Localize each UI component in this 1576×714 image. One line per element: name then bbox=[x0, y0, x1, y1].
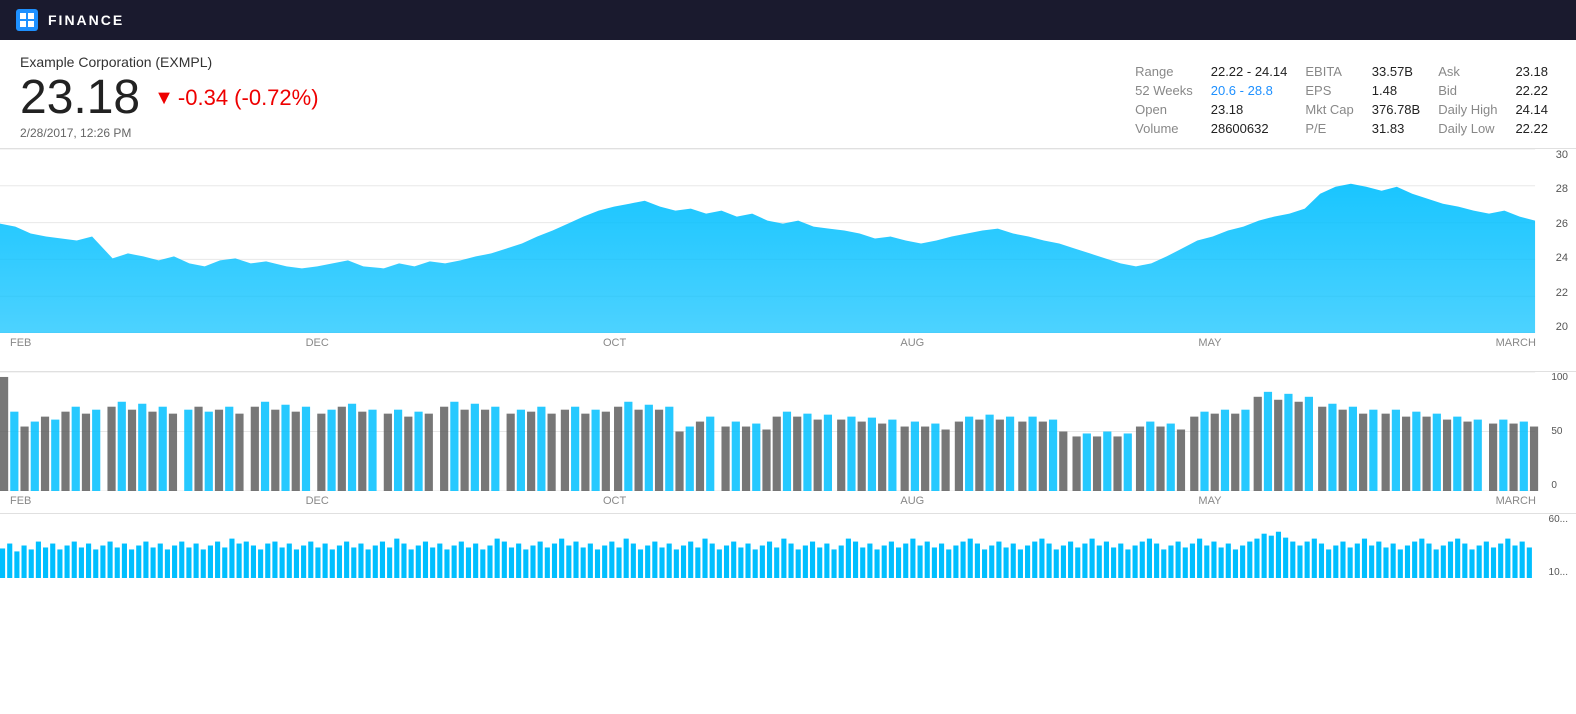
stat-label-volume: Volume bbox=[1135, 119, 1201, 138]
bottom-chart-container: 60... 10... bbox=[0, 513, 1576, 578]
stat-label-pe: P/E bbox=[1305, 119, 1361, 138]
company-name: Example Corporation (EXMPL) bbox=[20, 54, 319, 70]
x2-label-aug: AUG bbox=[900, 495, 924, 507]
secondary-y-0: 0 bbox=[1551, 480, 1568, 491]
app-title: FINANCE bbox=[48, 12, 124, 28]
x2-label-oct: OCT bbox=[603, 495, 626, 507]
stat-label-ebita: EBITA bbox=[1305, 62, 1361, 81]
x2-label-feb: FEB bbox=[10, 495, 31, 507]
price-chart-svg bbox=[0, 149, 1576, 333]
x-label-dec: DEC bbox=[306, 337, 329, 349]
stat-label-ask: Ask bbox=[1438, 62, 1505, 81]
bottom-y-10: 10... bbox=[1549, 567, 1568, 578]
bottom-y-labels: 60... 10... bbox=[1549, 514, 1568, 578]
price-chart-x-labels: FEB DEC OCT AUG MAY MARCH bbox=[0, 335, 1576, 351]
stat-label-eps: EPS bbox=[1305, 81, 1361, 100]
stat-value-dailylow: 22.22 bbox=[1515, 119, 1556, 138]
x2-label-dec: DEC bbox=[306, 495, 329, 507]
stat-value-ask: 23.18 bbox=[1515, 62, 1556, 81]
stat-value-volume: 28600632 bbox=[1211, 119, 1296, 138]
secondary-chart-container: 100 50 0 bbox=[0, 371, 1576, 491]
stat-value-ebita: 33.57B bbox=[1372, 62, 1428, 81]
stat-label-mktcap: Mkt Cap bbox=[1305, 100, 1361, 119]
stat-label-open: Open bbox=[1135, 100, 1201, 119]
stat-value-pe: 31.83 bbox=[1372, 119, 1428, 138]
stat-value-eps: 1.48 bbox=[1372, 81, 1428, 100]
x-label-may: MAY bbox=[1198, 337, 1221, 349]
bottom-bars bbox=[0, 514, 1536, 578]
stock-info-area: Example Corporation (EXMPL) 23.18 ▼ -0.3… bbox=[0, 40, 1576, 148]
secondary-y-50: 50 bbox=[1551, 426, 1568, 437]
stat-label-dailyhigh: Daily High bbox=[1438, 100, 1505, 119]
x2-label-march: MARCH bbox=[1496, 495, 1536, 507]
stock-change: ▼ -0.34 (-0.72%) bbox=[154, 85, 318, 111]
stock-left: Example Corporation (EXMPL) 23.18 ▼ -0.3… bbox=[20, 54, 319, 140]
x-label-feb: FEB bbox=[10, 337, 31, 349]
charts-area: 30 28 26 24 22 20 FEB DEC OCT AUG MAY MA… bbox=[0, 148, 1576, 578]
x-label-aug: AUG bbox=[900, 337, 924, 349]
stats-table: Range 22.22 - 24.14 EBITA 33.57B Ask 23.… bbox=[1135, 62, 1556, 138]
x2-label-may: MAY bbox=[1198, 495, 1221, 507]
stock-datetime: 2/28/2017, 12:26 PM bbox=[20, 126, 319, 140]
stat-label-range: Range bbox=[1135, 62, 1201, 81]
secondary-y-100: 100 bbox=[1551, 372, 1568, 383]
stock-price: 23.18 bbox=[20, 74, 140, 122]
secondary-chart-svg bbox=[0, 372, 1576, 491]
app-header: FINANCE bbox=[0, 0, 1576, 40]
app-logo bbox=[16, 9, 38, 31]
change-value: -0.34 (-0.72%) bbox=[178, 85, 319, 111]
stat-value-range: 22.22 - 24.14 bbox=[1211, 62, 1296, 81]
arrow-down-icon: ▼ bbox=[154, 87, 174, 110]
stat-value-mktcap: 376.78B bbox=[1372, 100, 1428, 119]
price-chart-container: 30 28 26 24 22 20 bbox=[0, 148, 1576, 333]
stat-value-dailyhigh: 24.14 bbox=[1515, 100, 1556, 119]
x-label-march: MARCH bbox=[1496, 337, 1536, 349]
stat-value-52weeks: 20.6 - 28.8 bbox=[1211, 81, 1296, 100]
bottom-y-60: 60... bbox=[1549, 514, 1568, 525]
stat-label-dailylow: Daily Low bbox=[1438, 119, 1505, 138]
secondary-y-labels: 100 50 0 bbox=[1551, 372, 1568, 491]
stat-label-52weeks: 52 Weeks bbox=[1135, 81, 1201, 100]
secondary-chart-x-labels: FEB DEC OCT AUG MAY MARCH bbox=[0, 493, 1576, 509]
stat-value-open: 23.18 bbox=[1211, 100, 1296, 119]
price-row: 23.18 ▼ -0.34 (-0.72%) bbox=[20, 74, 319, 122]
stat-value-bid: 22.22 bbox=[1515, 81, 1556, 100]
stat-label-bid: Bid bbox=[1438, 81, 1505, 100]
x-label-oct: OCT bbox=[603, 337, 626, 349]
